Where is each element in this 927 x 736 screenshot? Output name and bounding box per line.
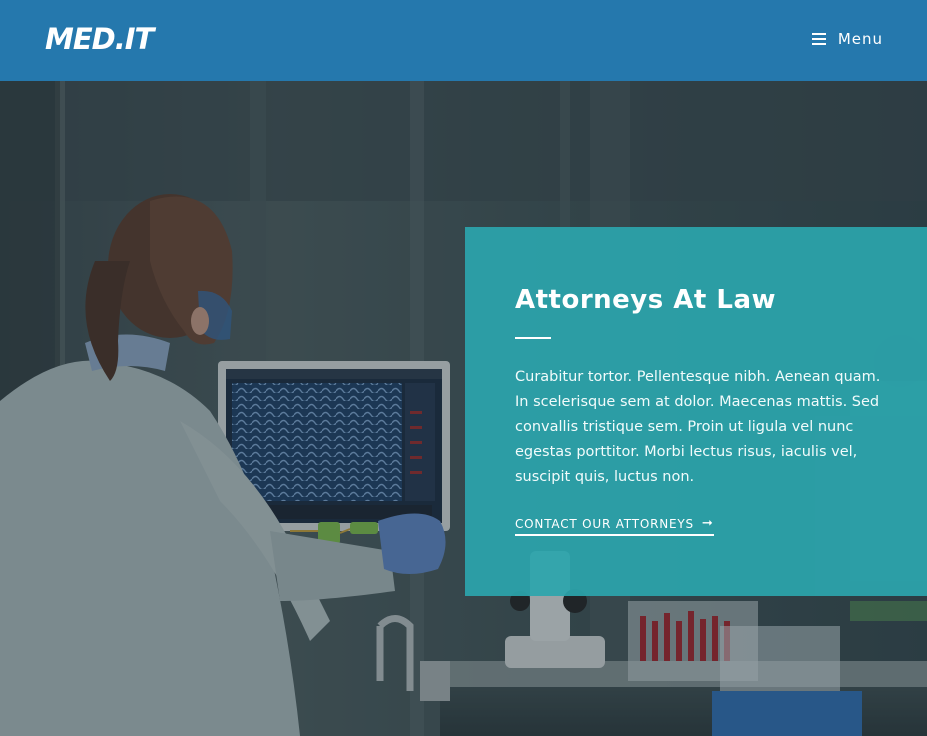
menu-button[interactable]: Menu (811, 30, 883, 48)
site-header: MED.IT Menu (0, 0, 927, 81)
title-divider (515, 337, 551, 339)
contact-attorneys-link[interactable]: CONTACT OUR ATTORNEYS ➞ (515, 516, 714, 536)
menu-label: Menu (837, 30, 883, 48)
card-description: Curabitur tortor. Pellentesque nibh. Aen… (515, 369, 881, 485)
hamburger-icon (811, 33, 826, 45)
card-title: Attorneys At Law (515, 285, 777, 315)
hero-info-card: Attorneys At Law Curabitur tortor. Pelle… (465, 227, 927, 596)
contact-link-label: CONTACT OUR ATTORNEYS (515, 516, 694, 531)
arrow-right-icon: ➞ (701, 516, 714, 531)
site-logo[interactable]: MED.IT (45, 22, 154, 56)
